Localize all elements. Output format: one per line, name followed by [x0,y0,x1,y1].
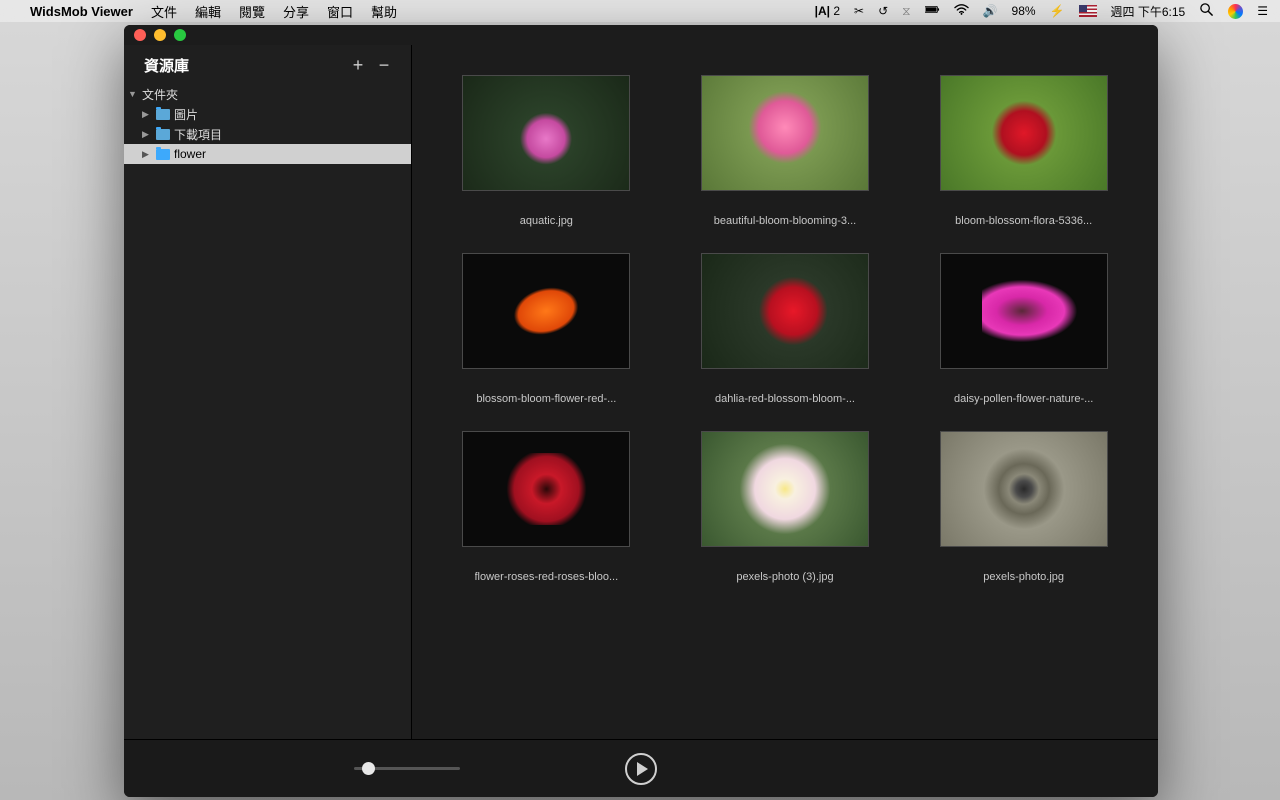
thumbnail[interactable]: beautiful-bloom-blooming-3... [695,75,875,227]
thumbnail[interactable]: pexels-photo.jpg [934,431,1114,583]
tree-item-label: flower [174,147,206,161]
add-button[interactable]: + [345,55,371,76]
thumbnail-label: daisy-pollen-flower-nature-... [954,393,1093,405]
adobe-indicator[interactable]: |A| 2 [815,4,840,18]
thumbnail-label: pexels-photo.jpg [983,571,1064,583]
bottom-toolbar [124,739,1158,797]
folder-icon [156,109,170,120]
thumbnail[interactable]: dahlia-red-blossom-bloom-... [695,253,875,405]
thumbnail[interactable]: bloom-blossom-flora-5336... [934,75,1114,227]
tree-item-label: 圖片 [174,106,198,123]
wifi-icon[interactable] [954,2,969,20]
folder-icon [156,149,170,160]
minimize-button[interactable] [154,29,166,41]
thumbnail-image[interactable] [940,75,1108,191]
sidebar-title: 資源庫 [144,55,345,76]
menu-view[interactable]: 閱覽 [239,2,265,21]
thumbnail-image[interactable] [940,253,1108,369]
zoom-slider-knob[interactable] [362,762,375,775]
charging-icon: ⚡ [1050,4,1065,18]
titlebar[interactable] [124,25,1158,45]
tree-item-label: 下載項目 [174,126,222,143]
bluetooth-icon[interactable]: ⧖ [902,4,910,19]
thumbnail-label: dahlia-red-blossom-bloom-... [715,393,855,405]
scissors-icon[interactable]: ✂ [854,4,864,18]
input-flag-icon[interactable] [1079,5,1097,17]
menu-help[interactable]: 幫助 [371,2,397,21]
volume-icon[interactable]: 🔊 [983,4,998,18]
chevron-right-icon[interactable]: ▶ [142,109,152,120]
macos-menubar: WidsMob Viewer 文件 編輯 閱覽 分享 窗口 幫助 |A| 2 ✂… [0,0,1280,22]
chevron-right-icon[interactable]: ▶ [142,129,152,140]
thumbnail[interactable]: blossom-bloom-flower-red-... [456,253,636,405]
thumbnail[interactable]: aquatic.jpg [456,75,636,227]
tree-root-label: 文件夾 [142,86,178,103]
menu-edit[interactable]: 編輯 [195,2,221,21]
notification-center-icon[interactable]: ☰ [1257,4,1268,18]
thumbnail[interactable]: daisy-pollen-flower-nature-... [934,253,1114,405]
tree-item-flower[interactable]: ▶ flower [124,144,411,164]
zoom-slider[interactable] [354,767,460,770]
thumbnail-label: aquatic.jpg [520,215,573,227]
tree-item-pictures[interactable]: ▶ 圖片 [124,104,411,124]
thumbnail-image[interactable] [701,75,869,191]
thumbnail-grid-area: aquatic.jpg beautiful-bloom-blooming-3...… [412,45,1158,739]
thumbnail-label: flower-roses-red-roses-bloo... [475,571,619,583]
thumbnail[interactable]: flower-roses-red-roses-bloo... [456,431,636,583]
thumbnail-label: pexels-photo (3).jpg [736,571,833,583]
maximize-button[interactable] [174,29,186,41]
sidebar: 資源庫 + − ▼ 文件夾 ▶ 圖片 ▶ 下載項目 [124,45,412,739]
thumbnail-label: beautiful-bloom-blooming-3... [714,215,856,227]
app-name[interactable]: WidsMob Viewer [30,4,133,19]
play-slideshow-button[interactable] [625,753,657,785]
thumbnail-image[interactable] [701,431,869,547]
chevron-right-icon[interactable]: ▶ [142,149,152,160]
remove-button[interactable]: − [371,55,397,76]
clock[interactable]: 週四 下午6:15 [1111,3,1186,20]
menu-share[interactable]: 分享 [283,2,309,21]
chevron-down-icon[interactable]: ▼ [128,89,138,99]
battery-icon[interactable] [925,2,940,20]
thumbnail-image[interactable] [462,431,630,547]
thumbnail-image[interactable] [462,253,630,369]
close-button[interactable] [134,29,146,41]
battery-percent: 98% [1012,4,1036,18]
thumbnail[interactable]: pexels-photo (3).jpg [695,431,875,583]
traffic-lights [134,29,186,41]
folder-tree: ▼ 文件夾 ▶ 圖片 ▶ 下載項目 ▶ flower [124,84,411,164]
spotlight-icon[interactable] [1199,2,1214,20]
siri-icon[interactable] [1228,4,1243,19]
folder-icon [156,129,170,140]
thumbnail-image[interactable] [701,253,869,369]
thumbnail-label: bloom-blossom-flora-5336... [955,215,1092,227]
timemachine-icon[interactable]: ↺ [878,4,888,18]
tree-root[interactable]: ▼ 文件夾 [124,84,411,104]
menu-file[interactable]: 文件 [151,2,177,21]
thumbnail-label: blossom-bloom-flower-red-... [476,393,616,405]
menu-window[interactable]: 窗口 [327,2,353,21]
tree-item-downloads[interactable]: ▶ 下載項目 [124,124,411,144]
app-window: 資源庫 + − ▼ 文件夾 ▶ 圖片 ▶ 下載項目 [124,25,1158,797]
thumbnail-image[interactable] [462,75,630,191]
thumbnail-image[interactable] [940,431,1108,547]
